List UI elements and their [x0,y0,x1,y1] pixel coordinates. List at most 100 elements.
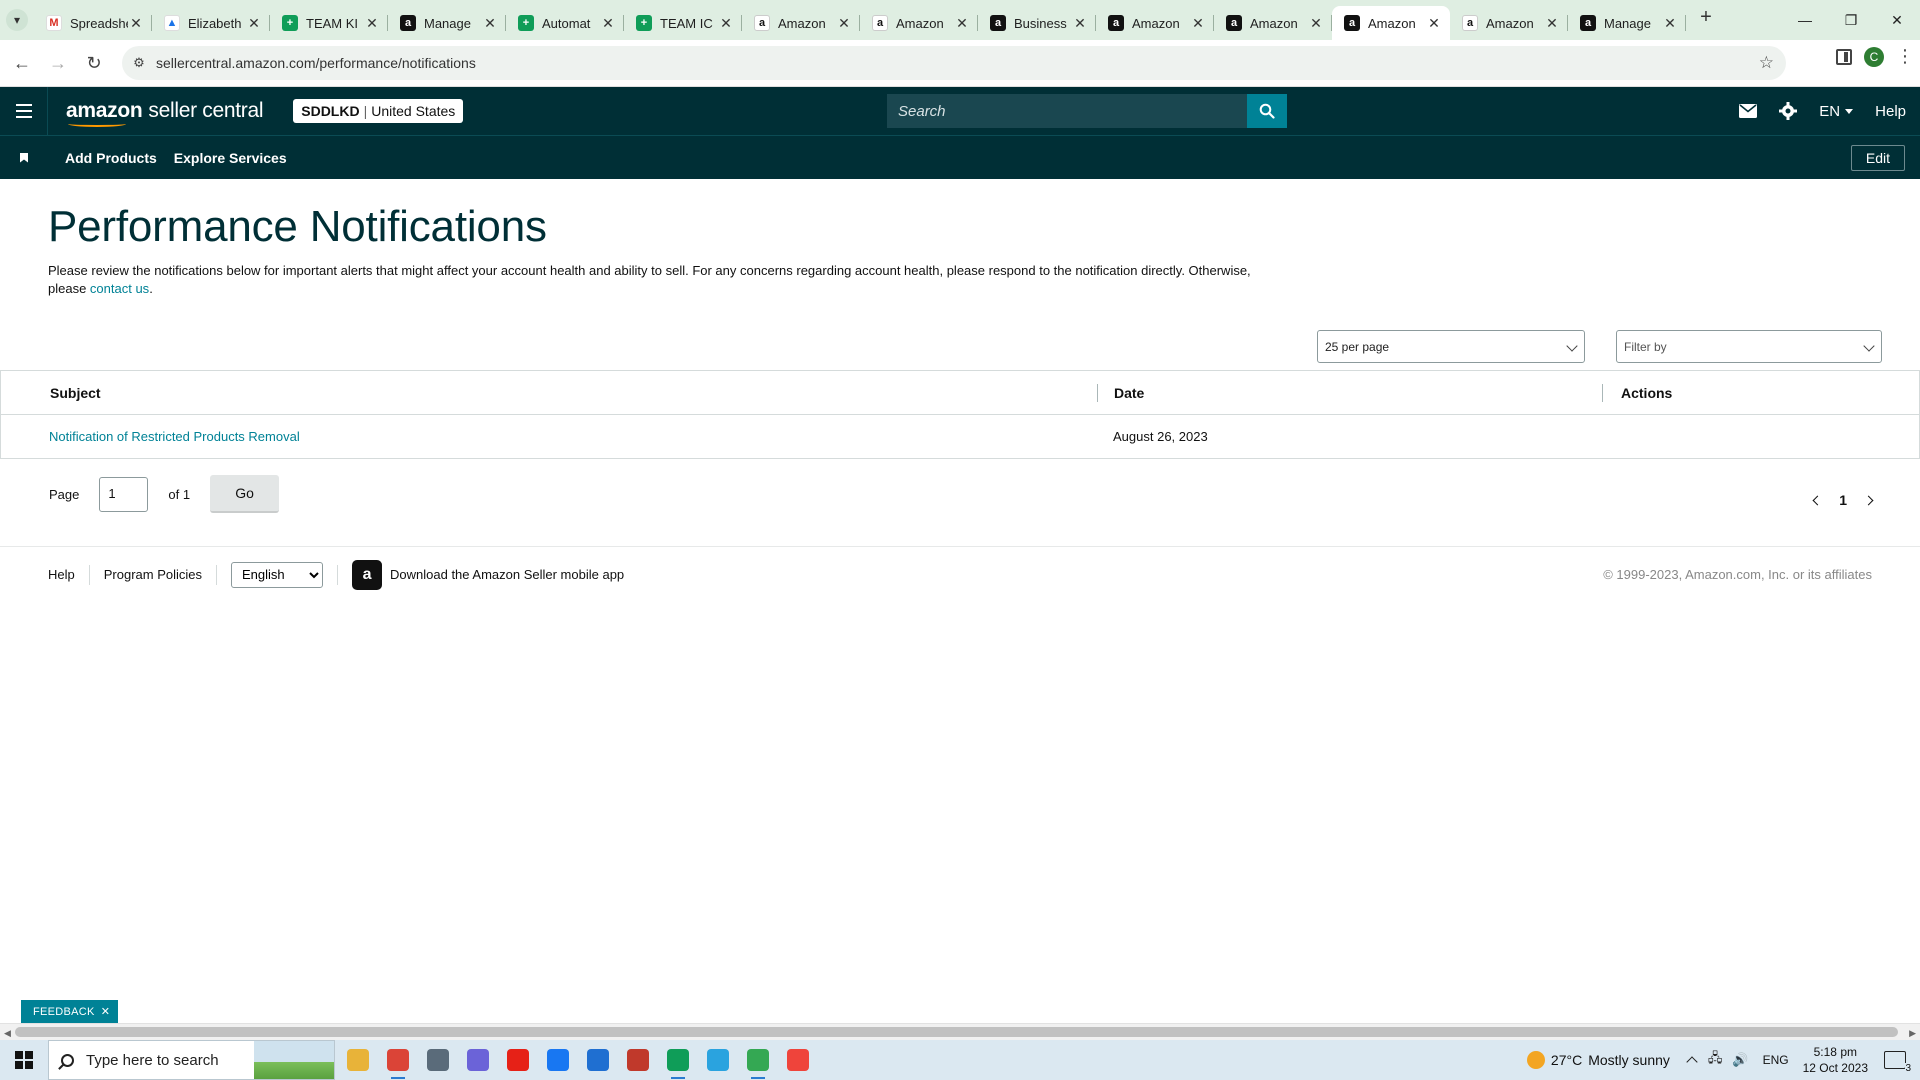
side-panel-icon[interactable] [1836,48,1852,65]
browser-tab-active[interactable]: a Amazon ✕ [1332,6,1450,40]
snipping-tool-icon[interactable] [627,1049,649,1071]
close-tab-icon[interactable]: ✕ [1308,15,1324,32]
browser-tab[interactable]: a Amazon ✕ [860,6,978,40]
column-header-date[interactable]: Date [1114,371,1144,415]
column-header-subject[interactable]: Subject [50,371,101,415]
search-button[interactable] [1247,94,1287,128]
volume-icon[interactable]: 🔊 [1732,1052,1748,1068]
address-bar[interactable]: ⚙ sellercentral.amazon.com/performance/n… [122,46,1786,80]
settings-gear-icon[interactable] [1779,102,1798,120]
browser-tab[interactable]: + Automat ✕ [506,6,624,40]
browser-tab[interactable]: a Manage ✕ [1568,6,1686,40]
browser-tab[interactable]: + TEAM IC ✕ [624,6,742,40]
browser-menu-icon[interactable]: ⋮ [1896,46,1914,67]
browser-tab[interactable]: a Amazon ✕ [1096,6,1214,40]
weather-widget[interactable]: 27°C Mostly sunny [1526,1051,1670,1069]
facebook-icon[interactable] [547,1049,569,1071]
close-tab-icon[interactable]: ✕ [482,15,498,32]
close-tab-icon[interactable]: ✕ [954,15,970,32]
nav-add-products[interactable]: Add Products [65,150,157,166]
close-tab-icon[interactable]: ✕ [128,15,144,32]
url-text[interactable]: sellercentral.amazon.com/performance/not… [156,55,476,71]
close-tab-icon[interactable]: ✕ [1072,15,1088,32]
footer-program-policies-link[interactable]: Program Policies [104,567,202,582]
chrome-profile-icon[interactable] [667,1049,689,1079]
language-selector[interactable]: EN [1819,103,1853,120]
search-input[interactable] [887,94,1247,128]
next-page-icon[interactable] [1863,495,1874,505]
close-tab-icon[interactable]: ✕ [1544,15,1560,32]
download-app-link[interactable]: Download the Amazon Seller mobile app [390,567,624,582]
close-tab-icon[interactable]: ✕ [836,15,852,32]
per-page-select[interactable]: 25 per page [1317,330,1585,363]
contact-us-link[interactable]: contact us [90,281,149,296]
close-tab-icon[interactable]: ✕ [1190,15,1206,32]
copilot-icon[interactable] [467,1049,489,1071]
new-tab-button[interactable]: + [1690,6,1722,29]
current-page-number[interactable]: 1 [1839,492,1847,508]
feedback-button[interactable]: FEEDBACK ✕ [21,1000,119,1023]
previous-page-icon[interactable] [1812,495,1823,505]
go-button[interactable]: Go [210,475,280,513]
telegram-icon[interactable] [707,1049,729,1071]
tab-title: Spreadsheet [70,15,128,31]
chrome-icon[interactable] [387,1049,409,1079]
seller-central-logo[interactable]: amazon seller central [66,99,264,127]
store-icon[interactable] [587,1049,609,1071]
scrollbar-thumb[interactable] [15,1027,1898,1037]
tab-search-button[interactable]: ▾ [0,0,34,40]
close-tab-icon[interactable]: ✕ [364,15,380,32]
clock[interactable]: 5:18 pm 12 Oct 2023 [1803,1044,1868,1076]
browser-tab[interactable]: a Amazon ✕ [742,6,860,40]
file-explorer-icon[interactable] [347,1049,369,1071]
nav-explore-services[interactable]: Explore Services [174,150,287,166]
mail-icon[interactable] [1739,104,1758,118]
bookmark-icon[interactable] [0,152,48,163]
close-tab-icon[interactable]: ✕ [600,15,616,32]
amazon-app-icon[interactable]: a [352,559,383,590]
site-info-icon[interactable]: ⚙ [122,55,156,71]
input-language[interactable]: ENG [1763,1053,1789,1067]
close-icon[interactable]: ✕ [101,1005,111,1018]
notification-center-icon[interactable]: 3 [1884,1051,1911,1074]
forward-button[interactable]: → [40,45,76,81]
scroll-right-icon[interactable]: ▶ [1909,1028,1916,1039]
browser-tab[interactable]: a Amazon ✕ [1214,6,1332,40]
hamburger-menu-icon[interactable] [0,87,48,135]
browser-tab[interactable]: + TEAM KI ✕ [270,6,388,40]
anydesk-icon[interactable] [787,1049,809,1071]
minimize-button[interactable]: — [1782,0,1828,40]
account-switcher[interactable]: SDDLKD | United States [293,99,464,123]
start-button[interactable] [0,1040,48,1080]
notification-subject-link[interactable]: Notification of Restricted Products Remo… [49,429,300,444]
restore-button[interactable]: ❐ [1828,0,1874,40]
reload-button[interactable]: ↻ [76,45,112,81]
browser-tab[interactable]: a Business ✕ [978,6,1096,40]
scroll-left-icon[interactable]: ◀ [4,1028,11,1039]
bookmark-star-icon[interactable]: ☆ [1759,53,1774,73]
close-tab-icon[interactable]: ✕ [246,15,262,32]
show-hidden-icons-icon[interactable] [1686,1056,1698,1068]
close-tab-icon[interactable]: ✕ [718,15,734,32]
edit-bookmarks-button[interactable]: Edit [1850,145,1905,171]
chrome-active-icon[interactable] [747,1049,769,1079]
browser-tab[interactable]: ▲ Elizabeth ✕ [152,6,270,40]
page-number-input[interactable]: 1 [99,476,149,512]
close-window-button[interactable]: ✕ [1874,0,1920,40]
close-tab-icon[interactable]: ✕ [1426,15,1442,32]
browser-tab[interactable]: a Amazon ✕ [1450,6,1568,40]
taskbar-search[interactable]: Type here to search [48,1040,335,1080]
filter-by-select[interactable]: Filter by [1616,330,1882,363]
youtube-icon[interactable] [507,1049,529,1071]
horizontal-scrollbar[interactable]: ◀ ▶ [0,1023,1920,1040]
back-button[interactable]: ← [4,45,40,81]
profile-avatar[interactable]: C [1864,46,1884,67]
browser-tab[interactable]: a Manage ✕ [388,6,506,40]
network-icon[interactable]: 🖧 [1708,1049,1723,1071]
footer-language-select[interactable]: English [231,561,324,588]
footer-help-link[interactable]: Help [48,567,75,582]
close-tab-icon[interactable]: ✕ [1662,15,1678,32]
calculator-icon[interactable] [427,1049,449,1071]
help-link[interactable]: Help [1875,103,1906,120]
browser-tab[interactable]: M Spreadsheet✕ [34,6,152,40]
